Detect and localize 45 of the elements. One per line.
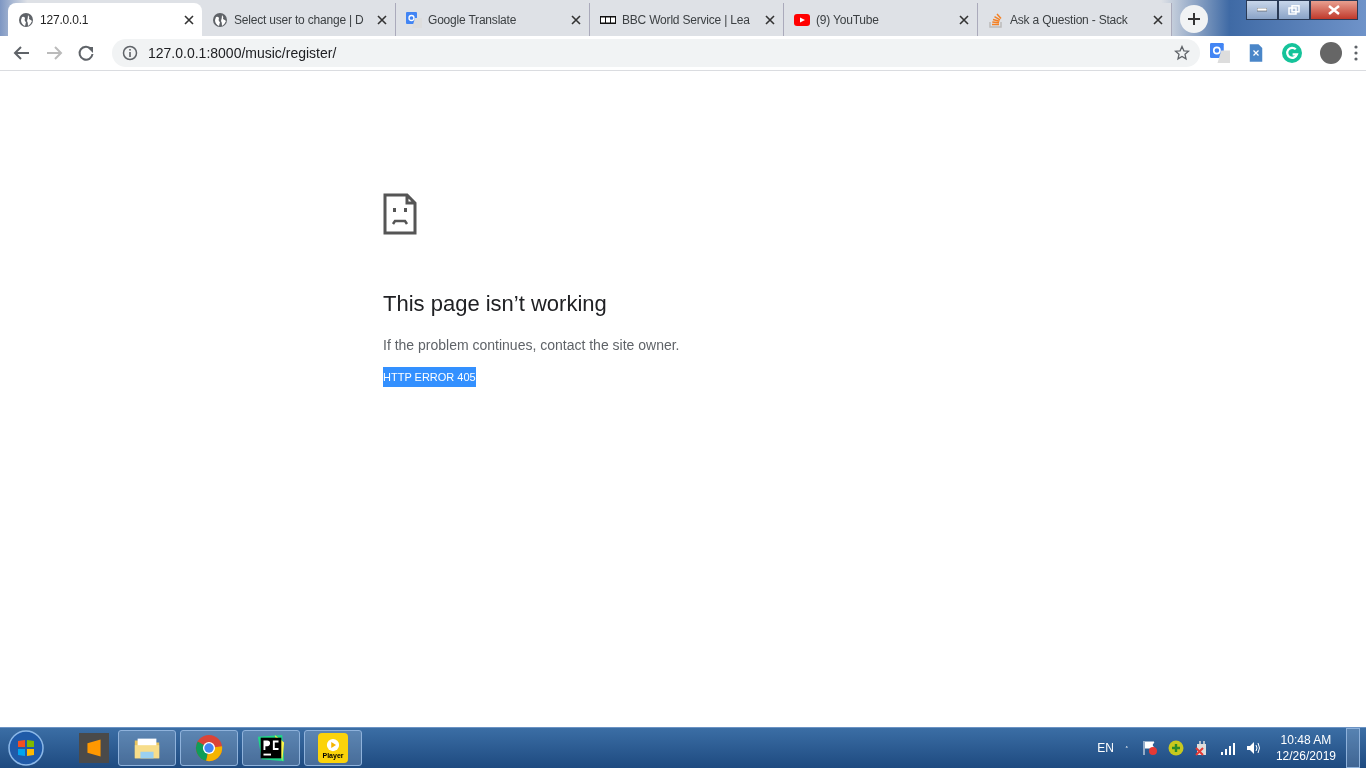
profile-avatar[interactable] — [1320, 42, 1342, 64]
tab-title: Ask a Question - Stack — [1010, 12, 1129, 27]
tab-title: Google Translate — [428, 12, 518, 27]
sublime-text-icon[interactable] — [79, 733, 109, 763]
clock-date[interactable]: 12/26/2019 — [1275, 748, 1336, 764]
address-bar[interactable]: 127.0.0.1:8000/music/register/ — [112, 39, 1200, 67]
error-title: This page isn’t working — [383, 291, 607, 317]
clock-time[interactable]: 10:48 AM — [1275, 732, 1336, 748]
close-icon[interactable] — [957, 12, 971, 27]
translate-icon — [406, 11, 422, 28]
tab-title: BBC World Service | Lea — [622, 12, 751, 27]
plus-circle-icon[interactable] — [1167, 740, 1184, 756]
browser-tab[interactable]: 127.0.0.1 — [8, 3, 202, 36]
flag-icon[interactable] — [1141, 740, 1158, 756]
menu-icon[interactable] — [1354, 45, 1358, 61]
tab-title: (9) YouTube — [816, 12, 880, 27]
sad-page-icon — [383, 193, 417, 235]
show-desktop-button[interactable] — [1346, 728, 1360, 768]
plus-icon[interactable] — [1187, 12, 1201, 26]
language-indicator[interactable]: EN — [1097, 741, 1114, 755]
close-icon[interactable] — [1151, 12, 1165, 27]
tab-title: 127.0.0.1 — [40, 12, 90, 27]
close-icon[interactable] — [182, 12, 196, 27]
pycharm-icon[interactable] — [256, 733, 286, 763]
close-window-button[interactable] — [1310, 0, 1358, 20]
close-icon[interactable] — [569, 12, 583, 27]
translate-icon[interactable] — [1210, 43, 1230, 63]
speaker-icon[interactable] — [1245, 740, 1262, 756]
new-tab-button[interactable] — [1180, 5, 1208, 33]
restore-button[interactable] — [1278, 0, 1310, 20]
youtube-icon — [794, 11, 810, 28]
chrome-icon[interactable] — [194, 733, 224, 763]
error-message: If the problem continues, contact the site owner. — [383, 337, 680, 353]
stack-icon — [988, 11, 1004, 28]
error-code: HTTP ERROR 405 — [383, 367, 476, 387]
signal-icon[interactable] — [1219, 740, 1236, 756]
info-icon[interactable] — [122, 45, 138, 61]
close-icon[interactable] — [763, 12, 777, 27]
globe-icon — [18, 11, 34, 28]
start-button[interactable] — [6, 729, 46, 767]
close-icon[interactable] — [375, 12, 389, 27]
globe-icon — [212, 11, 228, 28]
tab-title: Select user to change | D — [234, 12, 365, 27]
minimize-button[interactable] — [1246, 0, 1278, 20]
star-icon[interactable] — [1174, 45, 1190, 61]
